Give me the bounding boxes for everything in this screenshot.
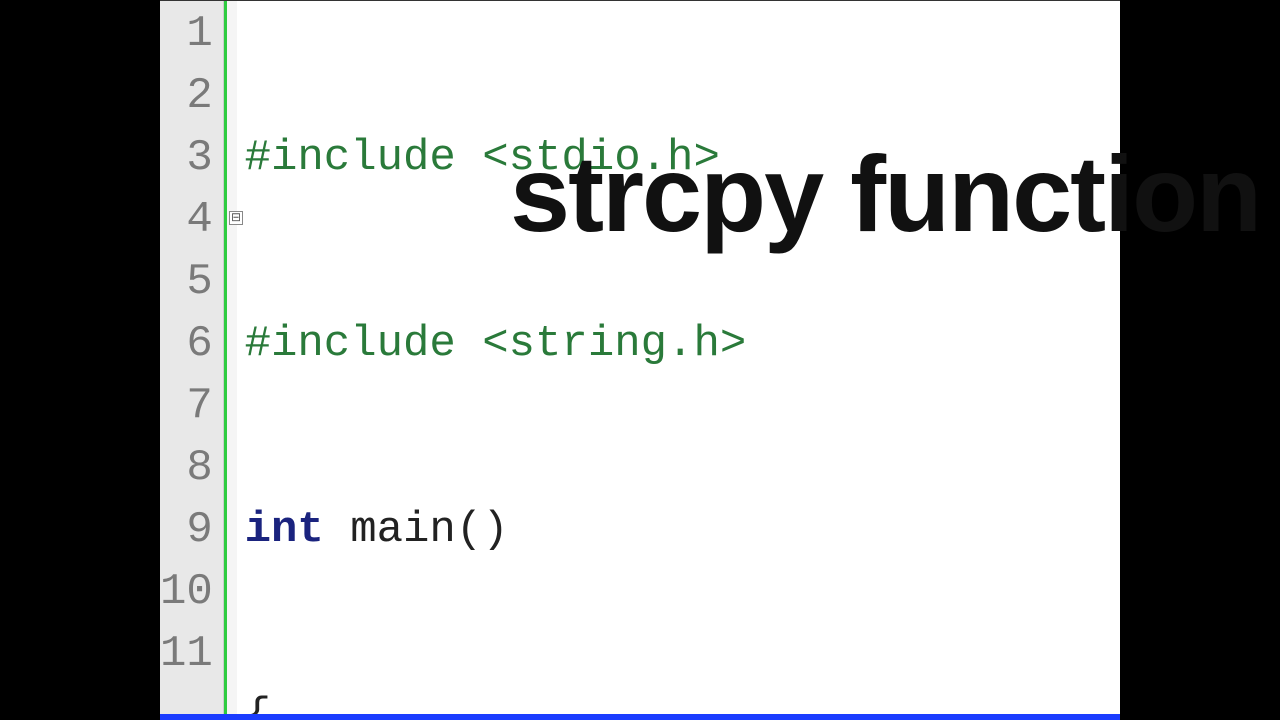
preproc-include: #include <string.h> [245, 319, 747, 369]
bottom-bar [160, 714, 1120, 720]
code-line-3: int main() [245, 499, 1120, 561]
code-text-area[interactable]: #include <stdio.h> #include <string.h> i… [237, 1, 1120, 720]
line-number: 10 [160, 561, 223, 623]
line-number: 8 [160, 437, 223, 499]
line-number: 2 [160, 65, 223, 127]
fold-gutter: ⊟ [227, 1, 237, 720]
line-number: 1 [160, 3, 223, 65]
code-editor[interactable]: 1 2 3 4 5 6 7 8 9 10 11 ⊟ #include <stdi… [160, 1, 1120, 720]
code-line-1: #include <stdio.h> [245, 127, 1120, 189]
line-number: 3 [160, 127, 223, 189]
code-line-2: #include <string.h> [245, 313, 1120, 375]
line-number: 6 [160, 313, 223, 375]
line-number: 9 [160, 499, 223, 561]
editor-window: 1 2 3 4 5 6 7 8 9 10 11 ⊟ #include <stdi… [160, 0, 1120, 720]
line-number: 7 [160, 375, 223, 437]
line-number: 5 [160, 251, 223, 313]
line-number-gutter: 1 2 3 4 5 6 7 8 9 10 11 [160, 1, 224, 720]
line-number: 4 [160, 189, 223, 251]
line-number: 11 [160, 623, 223, 685]
paren-pair: () [456, 505, 509, 555]
keyword-int: int [245, 505, 324, 555]
preproc-include: #include <stdio.h> [245, 133, 720, 183]
ident-main: main [350, 505, 456, 555]
